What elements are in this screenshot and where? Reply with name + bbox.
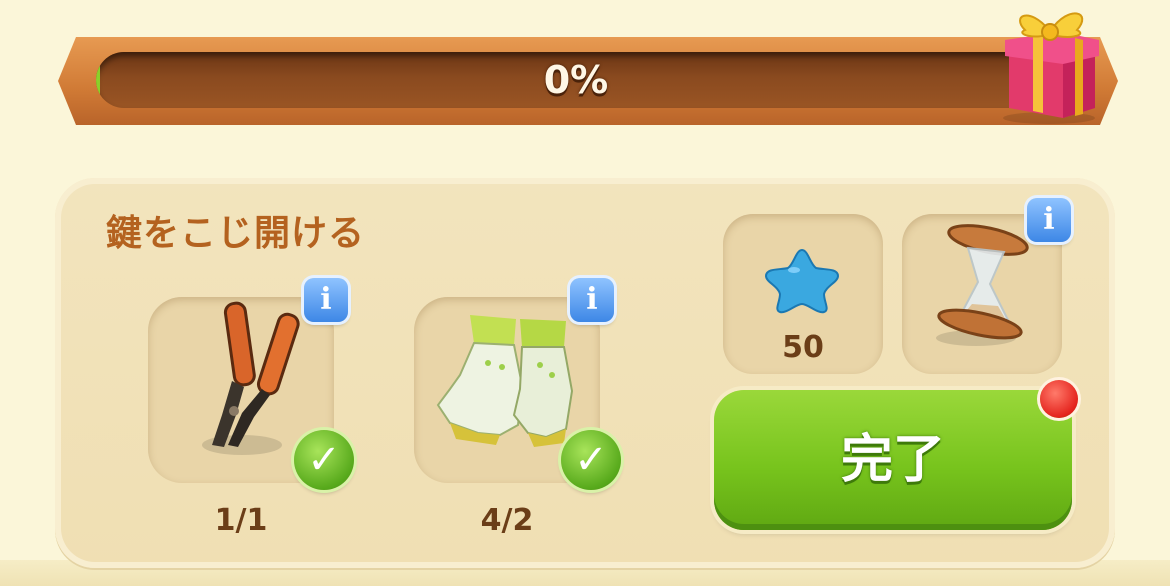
garden-gloves-icon [436,315,574,447]
requirement-count-gloves: 4/2 [480,503,534,538]
requirement-info-button-bolt-cutter[interactable]: i [304,278,348,322]
blue-star-icon [764,248,840,314]
reward-info-button-hourglass[interactable]: i [1027,198,1071,242]
gift-box-icon[interactable] [995,0,1103,126]
task-title: 鍵をこじ開ける [106,213,366,254]
complete-button[interactable]: 完了 [714,390,1072,530]
progress-label: 0% [543,58,609,102]
requirement-check-icon-bolt-cutter: ✓ [294,430,354,490]
bolt-cutter-icon [202,301,300,455]
requirement-count-bolt-cutter: 1/1 [214,503,268,538]
requirement-check-icon-gloves: ✓ [561,430,621,490]
hourglass-icon [936,224,1029,346]
reward-amount-star: 50 [782,330,824,365]
requirement-info-button-gloves[interactable]: i [570,278,614,322]
notification-dot [1040,380,1078,418]
